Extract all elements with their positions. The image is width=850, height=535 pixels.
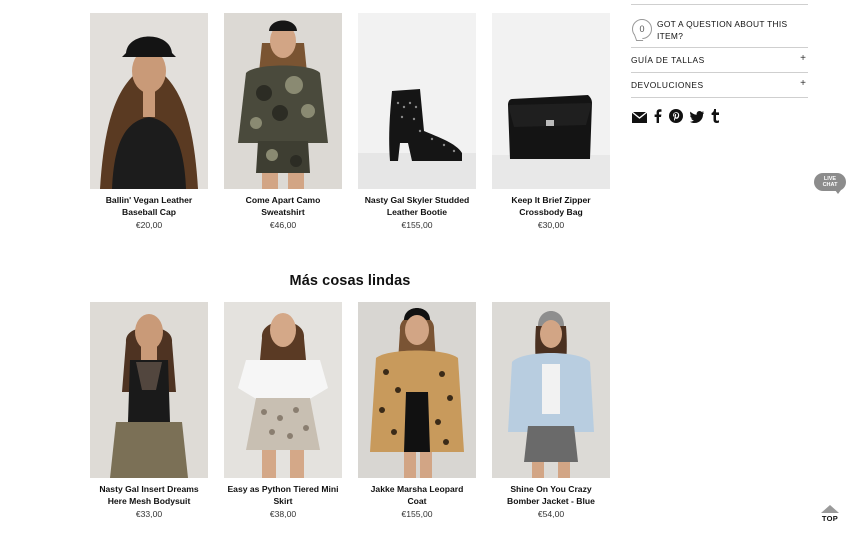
- product-card[interactable]: Keep It Brief Zipper Crossbody Bag €30,0…: [492, 13, 610, 231]
- accordion-label: GUÍA DE TALLAS: [631, 55, 705, 65]
- facebook-icon[interactable]: [654, 109, 662, 128]
- product-image[interactable]: [224, 13, 342, 189]
- product-name[interactable]: Easy as Python Tiered Mini Skirt: [224, 483, 342, 507]
- plus-icon[interactable]: +: [800, 78, 806, 89]
- product-image[interactable]: [358, 13, 476, 189]
- product-image[interactable]: [90, 302, 208, 478]
- email-icon[interactable]: [631, 110, 648, 128]
- accordion-label: DEVOLUCIONES: [631, 80, 704, 90]
- returns-accordion[interactable]: DEVOLUCIONES +: [631, 73, 808, 97]
- product-card[interactable]: Ballin' Vegan Leather Baseball Cap €20,0…: [90, 13, 208, 231]
- product-name[interactable]: Ballin' Vegan Leather Baseball Cap: [90, 194, 208, 218]
- product-card[interactable]: Shine On You Crazy Bomber Jacket - Blue …: [492, 302, 610, 520]
- product-image[interactable]: [358, 302, 476, 478]
- size-guide-accordion[interactable]: GUÍA DE TALLAS +: [631, 48, 808, 72]
- pinterest-icon[interactable]: [669, 109, 683, 128]
- product-card[interactable]: Nasty Gal Insert Dreams Here Mesh Bodysu…: [90, 302, 208, 520]
- speech-bubble-icon: 0: [632, 19, 652, 39]
- product-price: €155,00: [401, 220, 433, 230]
- product-card[interactable]: Nasty Gal Skyler Studded Leather Bootie …: [358, 13, 476, 231]
- product-sidebar: 0 GOT A QUESTION ABOUT THIS ITEM? GUÍA D…: [631, 0, 808, 98]
- product-image[interactable]: [492, 13, 610, 189]
- product-price: €155,00: [401, 509, 433, 519]
- up-arrow-icon: [821, 505, 839, 513]
- product-name[interactable]: Keep It Brief Zipper Crossbody Bag: [492, 194, 610, 218]
- product-image[interactable]: [492, 302, 610, 478]
- product-price: €20,00: [135, 220, 163, 230]
- live-chat-line2: CHAT: [822, 182, 838, 188]
- product-card[interactable]: Easy as Python Tiered Mini Skirt €38,00: [224, 302, 342, 520]
- product-name[interactable]: Jakke Marsha Leopard Coat: [358, 483, 476, 507]
- product-price: €33,00: [135, 509, 163, 519]
- share-icons: [631, 109, 727, 128]
- ask-question-text[interactable]: GOT A QUESTION ABOUT THIS ITEM?: [657, 18, 807, 42]
- product-name[interactable]: Nasty Gal Insert Dreams Here Mesh Bodysu…: [90, 483, 208, 507]
- product-price: €46,00: [269, 220, 297, 230]
- product-price: €54,00: [537, 509, 565, 519]
- top-label: TOP: [821, 514, 839, 523]
- more-items-heading: Más cosas lindas: [289, 273, 411, 289]
- product-image[interactable]: [224, 302, 342, 478]
- live-chat-button[interactable]: LIVE CHAT: [814, 173, 846, 194]
- back-to-top-button[interactable]: TOP: [818, 505, 842, 523]
- product-card[interactable]: Jakke Marsha Leopard Coat €155,00: [358, 302, 476, 520]
- ask-question-link[interactable]: 0 GOT A QUESTION ABOUT THIS ITEM?: [631, 5, 808, 47]
- product-card[interactable]: Come Apart Camo Sweatshirt €46,00: [224, 13, 342, 231]
- plus-icon[interactable]: +: [800, 53, 806, 64]
- tumblr-icon[interactable]: [711, 109, 720, 128]
- product-name[interactable]: Shine On You Crazy Bomber Jacket - Blue: [492, 483, 610, 507]
- product-image[interactable]: [90, 13, 208, 189]
- twitter-icon[interactable]: [690, 110, 704, 128]
- product-price: €38,00: [269, 509, 297, 519]
- product-name[interactable]: Come Apart Camo Sweatshirt: [224, 194, 342, 218]
- product-name[interactable]: Nasty Gal Skyler Studded Leather Bootie: [358, 194, 476, 218]
- product-price: €30,00: [537, 220, 565, 230]
